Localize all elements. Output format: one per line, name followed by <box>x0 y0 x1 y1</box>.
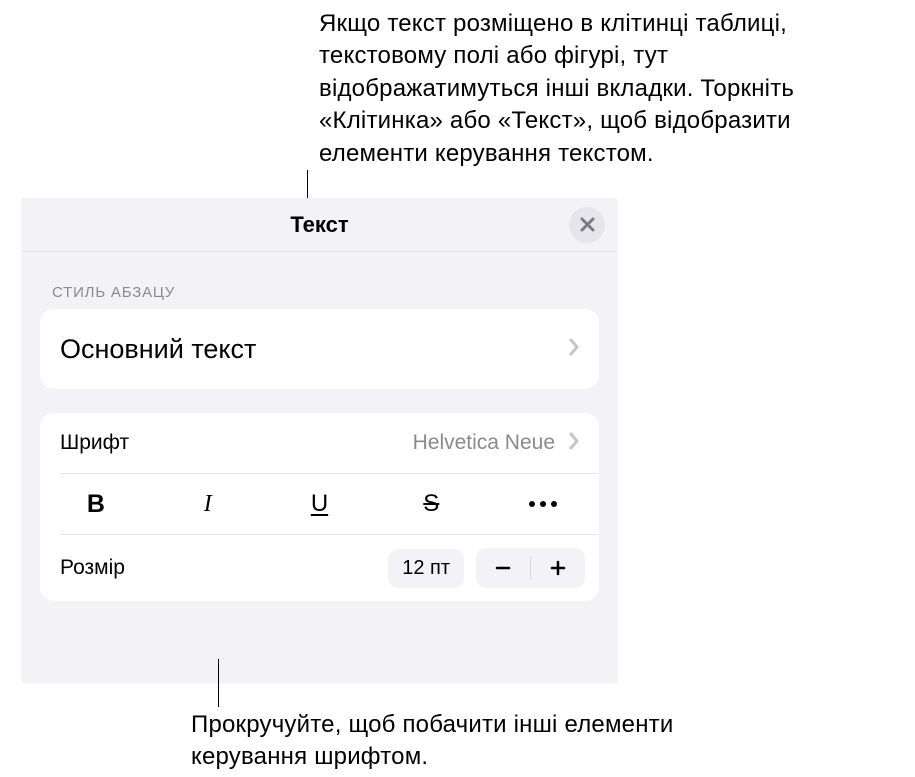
paragraph-style-value: Основний текст <box>60 334 555 365</box>
size-label: Розмір <box>60 556 388 580</box>
font-card: Шрифт Helvetica Neue B I U S Розмір 12 п… <box>40 413 599 601</box>
callout-top-text: Якщо текст розміщено в клітинці таблиці,… <box>319 8 889 170</box>
underline-button[interactable]: U <box>264 474 376 534</box>
size-stepper <box>476 548 585 588</box>
paragraph-style-row[interactable]: Основний текст <box>40 309 599 389</box>
font-row[interactable]: Шрифт Helvetica Neue <box>40 413 599 473</box>
paragraph-style-card: Основний текст <box>40 309 599 389</box>
close-icon <box>580 217 595 232</box>
strikethrough-button[interactable]: S <box>375 474 487 534</box>
chevron-right-icon <box>569 338 579 361</box>
bold-button[interactable]: B <box>40 474 152 534</box>
callout-bottom-text: Прокручуйте, щоб побачити інші елементи … <box>191 709 751 774</box>
size-value[interactable]: 12 пт <box>388 549 464 588</box>
more-icon <box>529 501 557 507</box>
text-format-panel: Текст СТИЛЬ АБЗАЦУ Основний текст Шрифт … <box>22 198 617 682</box>
plus-icon <box>549 559 567 577</box>
panel-header: Текст <box>22 198 617 252</box>
font-value: Helvetica Neue <box>413 431 555 455</box>
callout-bottom-line <box>218 659 219 707</box>
minus-icon <box>494 559 512 577</box>
size-increase-button[interactable] <box>531 548 585 588</box>
chevron-right-icon <box>569 432 579 455</box>
size-decrease-button[interactable] <box>476 548 530 588</box>
size-row: Розмір 12 пт <box>40 535 599 601</box>
panel-title: Текст <box>290 212 348 238</box>
more-options-button[interactable] <box>487 474 599 534</box>
italic-button[interactable]: I <box>152 474 264 534</box>
close-button[interactable] <box>569 207 605 243</box>
paragraph-style-section-label: СТИЛЬ АБЗАЦУ <box>52 284 587 301</box>
text-style-row: B I U S <box>40 474 599 534</box>
font-label: Шрифт <box>60 431 413 455</box>
